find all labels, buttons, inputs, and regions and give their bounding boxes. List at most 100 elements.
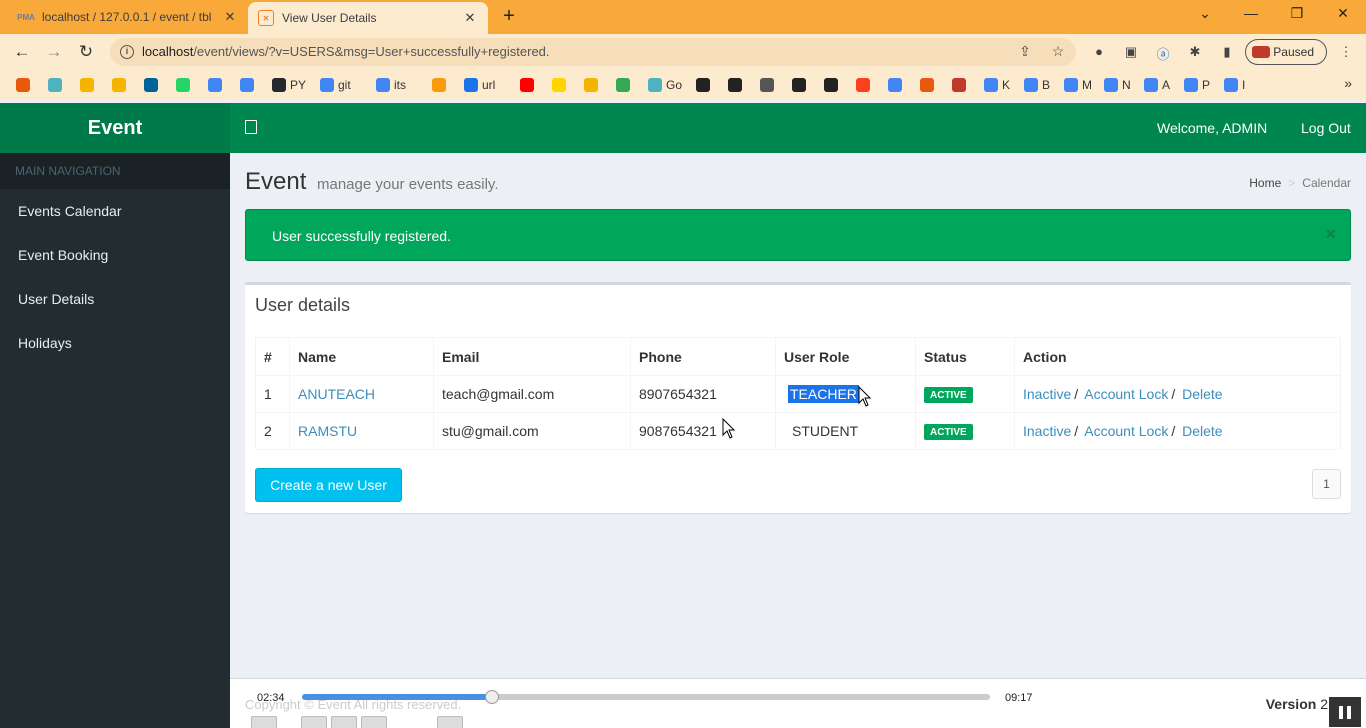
close-icon[interactable]: ✕ <box>222 9 238 25</box>
bookmark-item[interactable]: A <box>1144 77 1170 93</box>
bookmark-item[interactable]: P <box>1184 77 1210 93</box>
stop-icon[interactable] <box>331 716 357 728</box>
bookmark-icon <box>616 78 630 92</box>
bookmark-item[interactable] <box>552 77 570 93</box>
profile-paused-button[interactable]: Paused <box>1245 39 1327 65</box>
bookmark-label: B <box>1042 78 1051 92</box>
inactive-link[interactable]: Inactive <box>1023 386 1071 402</box>
sidebar-item-holidays[interactable]: Holidays <box>0 321 230 365</box>
user-name-cell: ANUTEACH <box>289 375 434 413</box>
bookmark-item[interactable] <box>760 77 778 93</box>
delete-link[interactable]: Delete <box>1182 423 1222 439</box>
minimize-icon[interactable]: — <box>1239 5 1263 27</box>
fast-forward-icon[interactable] <box>361 716 387 728</box>
pause-icon[interactable] <box>1329 697 1361 727</box>
sidebar-item-user-details[interactable]: User Details <box>0 277 230 321</box>
more-vert-icon[interactable]: ⋮ <box>1337 44 1355 62</box>
bookmarks-more-icon[interactable]: » <box>1344 75 1352 91</box>
bookmark-item[interactable] <box>824 77 842 93</box>
bookmark-icon <box>584 78 598 92</box>
user-name-link[interactable]: ANUTEACH <box>298 386 375 402</box>
inactive-link[interactable]: Inactive <box>1023 423 1071 439</box>
column-header-number: # <box>255 337 290 376</box>
close-icon[interactable]: ✕ <box>462 10 478 26</box>
app-logo[interactable]: Event <box>0 103 230 153</box>
play-icon[interactable] <box>251 716 277 728</box>
bookmark-item[interactable] <box>520 77 538 93</box>
sidebar-item-event-booking[interactable]: Event Booking <box>0 233 230 277</box>
account-lock-link[interactable]: Account Lock <box>1084 423 1168 439</box>
rewind-icon[interactable] <box>301 716 327 728</box>
bookmark-icon <box>760 78 774 92</box>
bookmark-item[interactable] <box>792 77 810 93</box>
bookmark-item[interactable] <box>696 77 714 93</box>
tab-view-user-details[interactable]: ✕ View User Details ✕ <box>248 2 488 34</box>
star-icon[interactable]: ☆ <box>1049 43 1067 61</box>
back-arrow-icon[interactable]: ← <box>11 42 33 62</box>
close-icon[interactable]: × <box>1325 224 1336 245</box>
amazon-extension-icon[interactable]: ⓐ <box>1154 44 1172 62</box>
bookmark-item[interactable]: I <box>1224 77 1245 93</box>
new-tab-button[interactable]: + <box>498 6 520 28</box>
sidebar-panel-icon[interactable]: ▮ <box>1218 44 1236 62</box>
bookmark-item[interactable]: PY <box>272 77 306 93</box>
bookmark-item[interactable] <box>80 77 98 93</box>
forward-arrow-icon[interactable]: → <box>43 42 65 62</box>
bookmark-item[interactable] <box>888 77 906 93</box>
seek-slider[interactable] <box>302 690 990 704</box>
bookmark-item[interactable] <box>952 77 970 93</box>
user-email: teach@gmail.com <box>433 375 631 413</box>
bookmark-item[interactable] <box>920 77 938 93</box>
info-icon[interactable]: i <box>120 45 134 59</box>
seek-handle[interactable] <box>484 690 499 704</box>
bookmark-item[interactable] <box>432 77 450 93</box>
bookmark-item[interactable] <box>584 77 602 93</box>
bookmark-icon <box>1064 78 1078 92</box>
share-icon[interactable]: ⇪ <box>1016 43 1034 61</box>
logout-link[interactable]: Log Out <box>1301 120 1351 136</box>
bookmark-item[interactable]: M <box>1064 77 1092 93</box>
user-name-link[interactable]: RAMSTU <box>298 423 357 439</box>
page-title: Event <box>245 168 307 195</box>
bookmark-item[interactable] <box>616 77 634 93</box>
bookmark-item[interactable]: url <box>464 77 495 93</box>
create-user-button[interactable]: Create a new User <box>255 468 402 502</box>
restore-icon[interactable]: ❐ <box>1285 5 1309 27</box>
bookmark-item[interactable] <box>48 77 66 93</box>
extension-icon[interactable]: ▣ <box>1122 44 1140 62</box>
bookmark-item[interactable]: B <box>1024 77 1050 93</box>
bookmark-item[interactable] <box>16 77 34 93</box>
tab-phpmyadmin[interactable]: PMA localhost / 127.0.0.1 / event / tbl … <box>8 0 248 34</box>
table-row: 1 ANUTEACH teach@gmail.com 8907654321 TE… <box>255 375 1341 413</box>
bookmark-item[interactable] <box>144 77 162 93</box>
chevron-down-icon[interactable]: ⌄ <box>1193 5 1217 27</box>
bookmark-item[interactable] <box>240 77 258 93</box>
total-time: 09:17 <box>1005 692 1033 704</box>
bookmark-item[interactable] <box>208 77 226 93</box>
xampp-icon: ✕ <box>258 10 274 26</box>
bookmark-item[interactable] <box>728 77 746 93</box>
bookmark-icon <box>1104 78 1118 92</box>
address-bar[interactable]: i localhost/event/views/?v=USERS&msg=Use… <box>110 38 1076 66</box>
settings-icon[interactable] <box>437 716 463 728</box>
bookmark-item[interactable]: its <box>376 77 406 93</box>
bookmark-label: N <box>1122 78 1131 92</box>
bookmark-item[interactable]: git <box>320 77 351 93</box>
pagination-page-1[interactable]: 1 <box>1312 469 1341 499</box>
bookmark-item[interactable]: N <box>1104 77 1131 93</box>
url-text[interactable]: localhost/event/views/?v=USERS&msg=User+… <box>142 44 550 59</box>
account-lock-link[interactable]: Account Lock <box>1084 386 1168 402</box>
bookmark-item[interactable]: K <box>984 77 1010 93</box>
sidebar-toggle-icon[interactable] <box>245 120 257 134</box>
panda-extension-icon[interactable]: ● <box>1090 44 1108 62</box>
reload-icon[interactable]: ↻ <box>75 42 97 62</box>
bookmark-item[interactable] <box>856 77 874 93</box>
puzzle-icon[interactable]: ✱ <box>1186 44 1204 62</box>
close-window-icon[interactable]: ✕ <box>1331 5 1355 27</box>
bookmark-item[interactable] <box>112 77 130 93</box>
bookmark-item[interactable]: Go <box>648 77 682 93</box>
sidebar-item-events-calendar[interactable]: Events Calendar <box>0 189 230 233</box>
delete-link[interactable]: Delete <box>1182 386 1222 402</box>
bookmark-item[interactable] <box>176 77 194 93</box>
breadcrumb-home[interactable]: Home <box>1249 176 1281 190</box>
